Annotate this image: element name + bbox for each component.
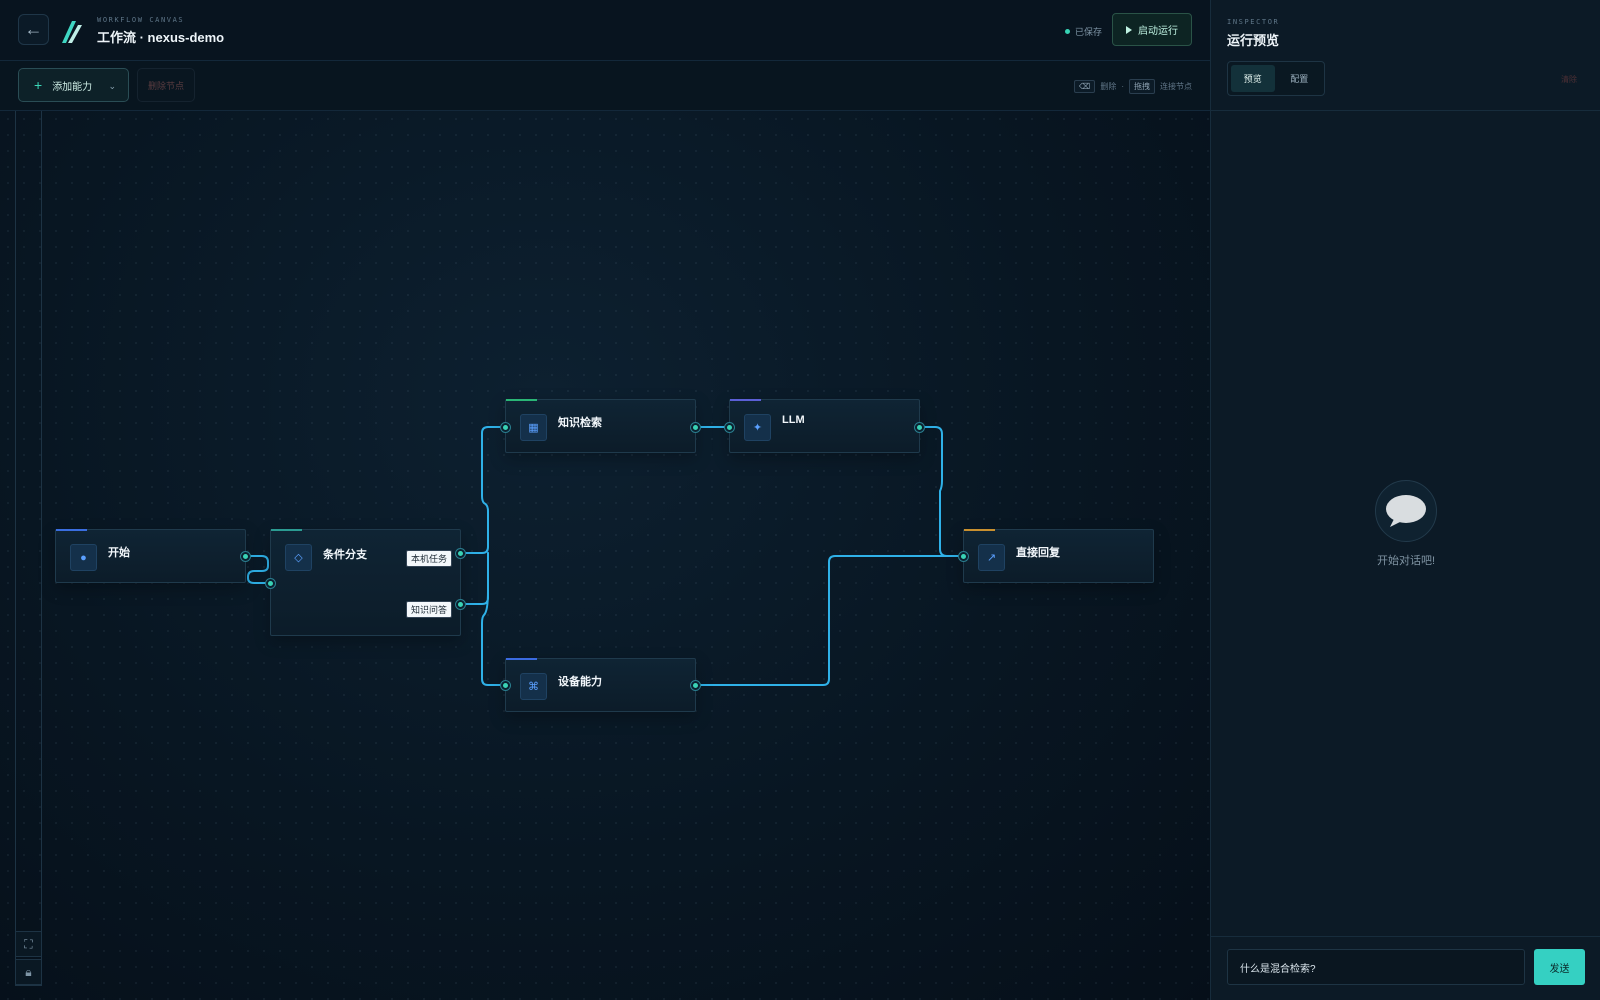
command-icon: ⌘ [520, 673, 547, 700]
node-accent [964, 529, 995, 531]
node-accent [730, 399, 761, 401]
node-knowledge-retrieval[interactable]: ▦ 知识检索 [501, 399, 700, 453]
node-device-output-port[interactable] [691, 681, 700, 690]
edge-branch2-device [465, 590, 507, 686]
arrow-left-icon: ← [24, 19, 43, 39]
message-input[interactable] [1227, 949, 1525, 985]
branch-tag-local-task[interactable]: 本机任务 [406, 550, 453, 567]
node-condition[interactable]: ◇ 条件分支 本机任务 知识问答 [266, 529, 465, 636]
edge-branch1-knowledge [465, 426, 507, 554]
arrow-up-right-icon: ↗ [978, 544, 1005, 571]
node-reply-label: 直接回复 [1016, 547, 1060, 559]
node-device-input-port[interactable] [501, 681, 510, 690]
node-reply-input-port[interactable] [959, 552, 968, 561]
node-accent [271, 529, 302, 531]
send-button[interactable]: 发送 [1534, 949, 1585, 985]
node-condition-label: 条件分支 [323, 549, 367, 561]
run-button[interactable]: 启动运行 [1112, 13, 1192, 46]
node-knowledge-input-port[interactable] [501, 423, 510, 432]
node-direct-reply[interactable]: ↗ 直接回复 [959, 529, 1154, 583]
top-bar: ← WORKFLOW CANVAS 工作流 · nexus-demo 已保存 启… [0, 0, 1210, 61]
empty-state-text: 开始对话吧! [1376, 555, 1436, 567]
hint-drag-text: 连接节点 [1160, 82, 1192, 91]
hint-delete-text: 删除 [1100, 82, 1117, 91]
shortcut-hints: ⌫ 删除 · 拖拽 连接节点 [1074, 79, 1192, 94]
add-capability-button[interactable]: + 添加能力 ⌄ [18, 68, 129, 102]
speech-bubble-icon [1375, 480, 1437, 542]
node-accent [56, 529, 87, 531]
hint-separator: · [1121, 82, 1124, 91]
run-button-label: 启动运行 [1138, 26, 1178, 37]
node-knowledge-output-port[interactable] [691, 423, 700, 432]
inspector-eyebrow: INSPECTOR [1227, 18, 1280, 26]
chevron-down-icon: ⌄ [108, 81, 116, 91]
edge-device-reply [693, 555, 965, 686]
saved-status-label: 已保存 [1075, 27, 1103, 37]
workflow-main: ← WORKFLOW CANVAS 工作流 · nexus-demo 已保存 启… [0, 0, 1210, 1000]
node-start[interactable]: ● 开始 [55, 529, 250, 583]
chat-composer: 发送 [1211, 936, 1600, 1000]
diamond-icon: ◇ [285, 544, 312, 571]
node-condition-input-port[interactable] [266, 579, 275, 588]
node-accent [506, 658, 537, 660]
branch-knowledge-qa-port[interactable] [456, 600, 465, 609]
plus-icon: + [34, 77, 43, 93]
branch-local-task-port[interactable] [456, 549, 465, 558]
tab-config[interactable]: 配置 [1278, 65, 1322, 92]
play-icon [1126, 25, 1132, 34]
edge-llm-reply [918, 426, 965, 557]
drag-key-badge: 拖拽 [1129, 79, 1155, 94]
node-llm[interactable]: ✦ LLM [725, 399, 924, 453]
branch-tag-knowledge-qa[interactable]: 知识问答 [406, 601, 453, 618]
inspector-title: 运行预览 [1227, 33, 1280, 48]
node-llm-label: LLM [782, 414, 805, 426]
backspace-key-icon: ⌫ [1074, 80, 1096, 93]
node-llm-input-port[interactable] [725, 423, 734, 432]
workflow-canvas[interactable]: ⛶ 🔒︎ ● 开始 ◇ 条件分支 本机任务 知识问答 ▦ 知识检索 ✦ LLM … [0, 111, 1210, 1000]
node-knowledge-label: 知识检索 [558, 417, 602, 429]
inspector-tabs: 预览 配置 [1227, 61, 1325, 96]
page-title: 工作流 · nexus-demo [97, 30, 225, 45]
header-eyebrow: WORKFLOW CANVAS [97, 16, 185, 24]
delete-node-label: 删除节点 [147, 80, 184, 91]
add-capability-label: 添加能力 [52, 81, 93, 93]
status-dot-icon [1065, 29, 1070, 34]
clear-button[interactable]: 清除 [1561, 74, 1577, 85]
node-start-output-port[interactable] [241, 552, 250, 561]
back-button[interactable]: ← [18, 14, 49, 45]
inspector-header: INSPECTOR 运行预览 预览 配置 清除 [1211, 0, 1600, 111]
chat-empty-state: 开始对话吧! [1211, 480, 1600, 568]
saved-status: 已保存 [1065, 25, 1102, 38]
canvas-toolbar: + 添加能力 ⌄ 删除节点 ⌫ 删除 · 拖拽 连接节点 [0, 61, 1210, 111]
inspector-panel: INSPECTOR 运行预览 预览 配置 清除 开始对话吧! 发送 [1210, 0, 1600, 1000]
tab-preview[interactable]: 预览 [1231, 65, 1275, 92]
dot-icon: ● [70, 544, 97, 571]
node-llm-output-port[interactable] [915, 423, 924, 432]
node-device-label: 设备能力 [558, 676, 602, 688]
grid-icon: ▦ [520, 414, 547, 441]
node-accent [506, 399, 537, 401]
delete-node-button[interactable]: 删除节点 [137, 68, 195, 102]
node-start-label: 开始 [108, 547, 130, 559]
node-device-capability[interactable]: ⌘ 设备能力 [501, 658, 700, 712]
app-logo [62, 21, 82, 43]
sparkle-icon: ✦ [744, 414, 771, 441]
